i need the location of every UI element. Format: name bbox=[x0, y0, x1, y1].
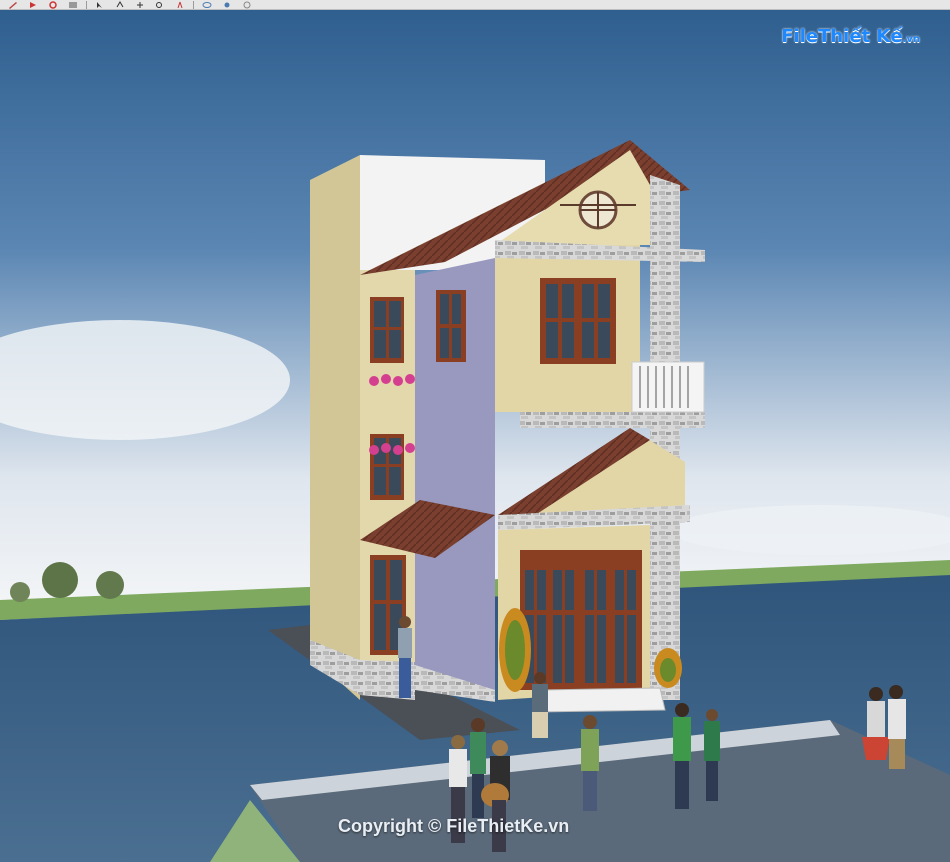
house-rendering bbox=[0, 10, 950, 862]
brand-suffix: .vn bbox=[902, 34, 920, 45]
copyright-watermark: Copyright © FileThietKe.vn bbox=[338, 816, 570, 836]
model-viewport[interactable]: FileThiết Kế.vn Copyright © FileThietKe.… bbox=[0, 10, 950, 862]
left-tower-side bbox=[310, 155, 360, 700]
settings-icon[interactable] bbox=[220, 1, 234, 9]
select-icon[interactable] bbox=[93, 1, 107, 9]
eye-icon[interactable] bbox=[200, 1, 214, 9]
globe-icon[interactable] bbox=[240, 1, 254, 9]
arrow-icon[interactable] bbox=[26, 1, 40, 9]
pencil-icon[interactable] bbox=[6, 1, 20, 9]
paint-icon[interactable] bbox=[66, 1, 80, 9]
brand-watermark: FileThiết Kế.vn bbox=[781, 26, 920, 47]
brand-main: FileThiết Kế bbox=[781, 26, 903, 47]
walk-icon[interactable] bbox=[173, 1, 187, 9]
zoom-icon[interactable] bbox=[153, 1, 167, 9]
toolbar-separator bbox=[193, 0, 194, 9]
balcony-railing bbox=[631, 361, 705, 413]
rotate-icon[interactable] bbox=[46, 0, 60, 9]
sketchup-toolbar bbox=[0, 0, 950, 10]
plant-right bbox=[654, 648, 682, 688]
pan-icon[interactable] bbox=[133, 1, 147, 9]
entry-steps bbox=[534, 687, 666, 713]
plant-left bbox=[499, 608, 531, 692]
balcony-slab bbox=[520, 412, 705, 428]
toolbar-separator bbox=[86, 0, 87, 9]
orbit-icon[interactable] bbox=[113, 0, 127, 9]
